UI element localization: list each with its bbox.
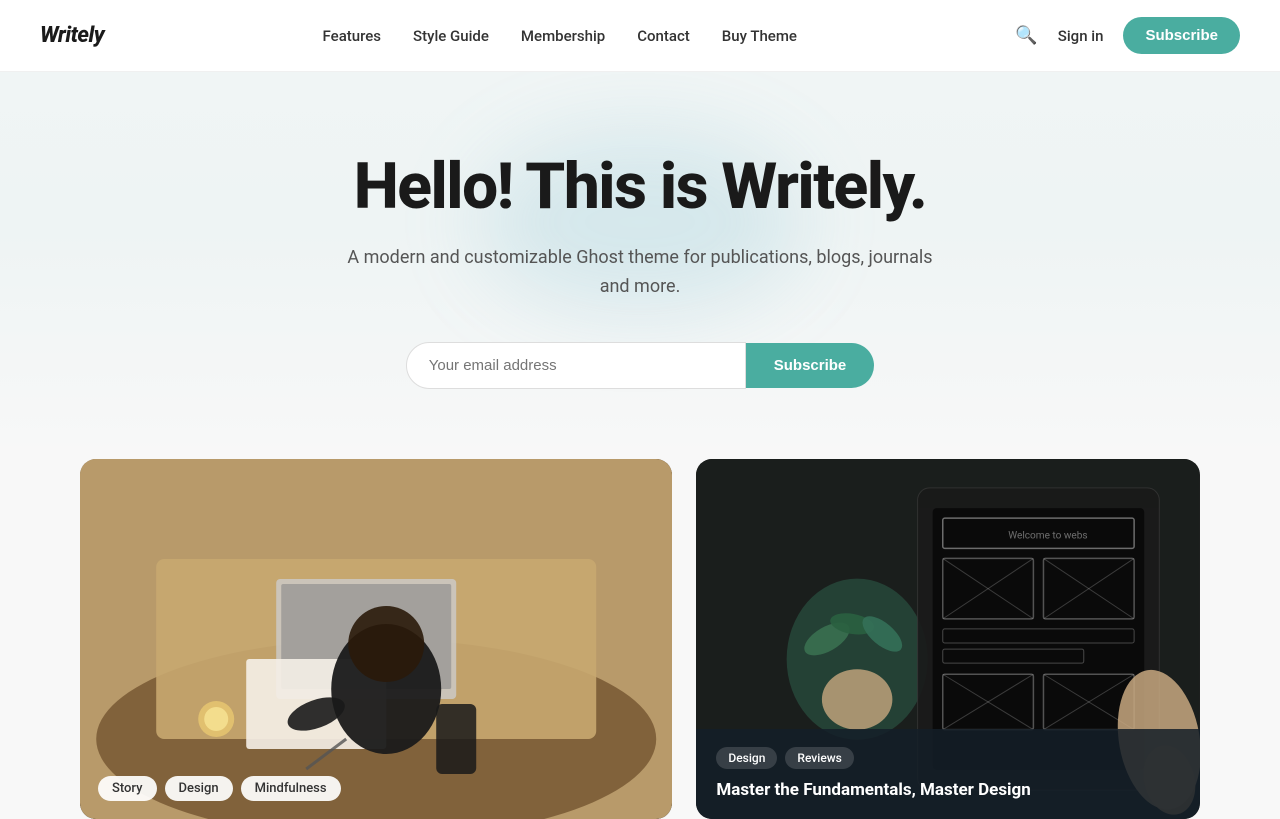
card-large-left[interactable]: Story Design Mindfulness <box>80 459 672 819</box>
card-right-top[interactable]: Welcome to webs <box>696 459 1200 819</box>
cards-section: Story Design Mindfulness <box>0 459 1280 819</box>
nav-style-guide[interactable]: Style Guide <box>413 27 489 45</box>
email-input[interactable] <box>406 342 746 389</box>
tag-mindfulness[interactable]: Mindfulness <box>241 776 341 801</box>
search-icon[interactable]: 🔍 <box>1015 25 1037 46</box>
signin-link[interactable]: Sign in <box>1058 27 1104 45</box>
hero-subheading: A modern and customizable Ghost theme fo… <box>340 244 940 302</box>
subscribe-form: Subscribe <box>40 342 1240 389</box>
navigation: Writely Features Style Guide Membership … <box>0 0 1280 72</box>
subscribe-button[interactable]: Subscribe <box>1123 17 1240 54</box>
card-overlay: Design Reviews Master the Fundamentals, … <box>696 729 1200 819</box>
svg-text:Welcome to webs: Welcome to webs <box>1009 530 1088 541</box>
nav-membership[interactable]: Membership <box>521 27 605 45</box>
hero-subscribe-button[interactable]: Subscribe <box>746 343 875 388</box>
hero-heading: Hello! This is Writely. <box>40 152 1240 222</box>
nav-buy-theme[interactable]: Buy Theme <box>722 27 797 45</box>
nav-features[interactable]: Features <box>323 27 381 45</box>
nav-links: Features Style Guide Membership Contact … <box>323 27 797 45</box>
tag-reviews-dark[interactable]: Reviews <box>785 747 853 769</box>
nav-right: 🔍 Sign in Subscribe <box>1015 17 1240 54</box>
card-left-tags: Story Design Mindfulness <box>98 776 341 801</box>
tag-design[interactable]: Design <box>165 776 233 801</box>
logo[interactable]: Writely <box>40 23 104 48</box>
card-overlay-tags: Design Reviews <box>716 747 1180 769</box>
tag-story[interactable]: Story <box>98 776 157 801</box>
card-right-col: Welcome to webs <box>696 459 1200 819</box>
nav-contact[interactable]: Contact <box>637 27 690 45</box>
hero-section: Hello! This is Writely. A modern and cus… <box>0 72 1280 459</box>
tag-design-dark[interactable]: Design <box>716 747 777 769</box>
card-right-title: Master the Fundamentals, Master Design <box>716 779 1180 801</box>
cards-grid: Story Design Mindfulness <box>80 459 1200 819</box>
